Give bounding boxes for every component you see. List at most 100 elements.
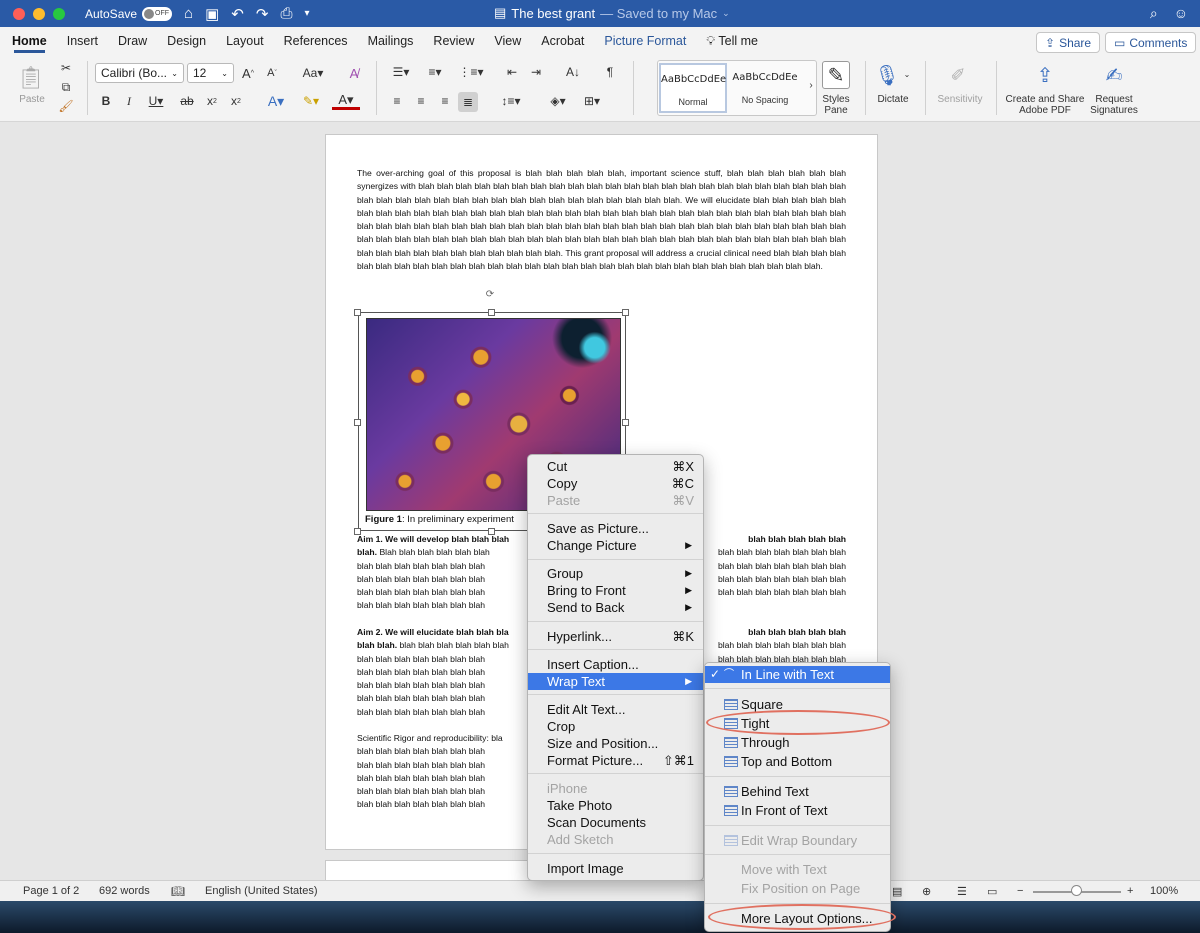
word-count[interactable]: 692 words	[99, 885, 150, 897]
menu-item-copy[interactable]: Copy ⌘C	[528, 475, 703, 492]
zoom-out-icon[interactable]: −	[1017, 885, 1023, 897]
resize-handle[interactable]	[488, 309, 495, 316]
language-status[interactable]: English (United States)	[205, 885, 318, 897]
sort-icon[interactable]: A↓	[563, 63, 583, 81]
tab-tell-me[interactable]: 💡︎ Tell me	[696, 27, 768, 55]
menu-item-edit-alt-text[interactable]: Edit Alt Text...	[528, 701, 703, 718]
rotate-handle-icon[interactable]: ⟳	[484, 288, 496, 300]
menu-item-hyperlink[interactable]: Hyperlink... ⌘K	[528, 628, 703, 645]
tab-layout[interactable]: Layout	[216, 27, 274, 55]
sensitivity-icon[interactable]: ✐	[943, 61, 973, 89]
redo-icon[interactable]: ↷	[256, 5, 269, 23]
justify-icon[interactable]: ≣	[458, 92, 478, 112]
format-painter-icon[interactable]: 🖌︎	[58, 98, 74, 114]
strikethrough-icon[interactable]: ab	[178, 93, 196, 109]
chevron-right-icon[interactable]: ›	[806, 75, 816, 95]
tab-mailings[interactable]: Mailings	[358, 27, 424, 55]
zoom-in-icon[interactable]: +	[1127, 885, 1133, 897]
subscript-icon[interactable]: x2	[204, 93, 220, 109]
zoom-slider-handle[interactable]	[1071, 885, 1082, 896]
autosave-control[interactable]: AutoSave OFF	[85, 6, 173, 21]
resize-handle[interactable]	[622, 309, 629, 316]
shading-icon[interactable]: ◈▾	[544, 92, 572, 110]
menu-item-send-to-back[interactable]: Send to Back ▶	[528, 599, 703, 616]
menu-item-save-as-picture[interactable]: Save as Picture...	[528, 520, 703, 537]
proofing-icon[interactable]: 📖︎	[171, 885, 185, 898]
save-icon[interactable]: ▣	[205, 5, 219, 23]
decrease-indent-icon[interactable]: ⇤	[503, 63, 521, 81]
chevron-down-icon[interactable]: ⌄	[902, 69, 912, 79]
tab-acrobat[interactable]: Acrobat	[531, 27, 594, 55]
print-layout-icon[interactable]: ▤	[892, 885, 902, 898]
borders-icon[interactable]: ⊞▾	[577, 92, 607, 110]
resize-handle[interactable]	[354, 419, 361, 426]
menu-item-wrap-text[interactable]: Wrap Text ▶	[528, 673, 703, 690]
menu-item-insert-caption[interactable]: Insert Caption...	[528, 656, 703, 673]
paste-icon[interactable]: 📋︎	[16, 63, 46, 93]
home-icon[interactable]: ⌂	[184, 5, 193, 23]
tab-insert[interactable]: Insert	[57, 27, 108, 55]
zoom-window-button[interactable]	[53, 7, 65, 20]
menu-item-bring-to-front[interactable]: Bring to Front ▶	[528, 582, 703, 599]
bold-icon[interactable]: B	[99, 93, 113, 109]
increase-indent-icon[interactable]: ⇥	[527, 63, 545, 81]
change-case-icon[interactable]: Aa▾	[300, 65, 326, 81]
undo-icon[interactable]: ↶	[231, 5, 244, 23]
tab-references[interactable]: References	[274, 27, 358, 55]
menu-item-format-picture[interactable]: Format Picture... ⇧⌘1	[528, 752, 703, 769]
intro-paragraph[interactable]: The over-arching goal of this proposal i…	[357, 167, 846, 273]
zoom-level[interactable]: 100%	[1150, 885, 1178, 897]
tab-draw[interactable]: Draw	[108, 27, 157, 55]
focus-icon[interactable]: ▭	[987, 885, 997, 898]
menu-item-change-picture[interactable]: Change Picture ▶	[528, 537, 703, 554]
account-icon[interactable]: ☺	[1174, 5, 1188, 22]
font-name-select[interactable]: Calibri (Bo... ⌄	[95, 63, 184, 83]
shrink-font-icon[interactable]: Aˇ	[264, 65, 280, 81]
wrap-option-through[interactable]: Through	[705, 734, 890, 751]
menu-item-scan-documents[interactable]: Scan Documents	[528, 814, 703, 831]
highlight-icon[interactable]: ✎▾	[297, 92, 325, 110]
search-icon[interactable]: ⌕	[1150, 5, 1158, 22]
bullets-icon[interactable]: ☰▾	[387, 63, 415, 81]
font-size-select[interactable]: 12 ⌄	[187, 63, 234, 83]
microphone-icon[interactable]: 🎙︎	[874, 61, 899, 89]
tab-design[interactable]: Design	[157, 27, 216, 55]
tab-home[interactable]: Home	[2, 27, 57, 55]
superscript-icon[interactable]: x2	[228, 93, 244, 109]
italic-icon[interactable]: I	[122, 93, 136, 109]
menu-item-cut[interactable]: Cut ⌘X	[528, 458, 703, 475]
outline-view-icon[interactable]: ☰	[957, 885, 967, 898]
align-right-icon[interactable]: ≡	[436, 92, 454, 110]
chevron-down-icon[interactable]: ⌄	[722, 8, 730, 19]
copy-icon[interactable]: ⧉	[58, 79, 74, 95]
line-spacing-icon[interactable]: ↕≡▾	[496, 92, 526, 110]
style-normal[interactable]: AaBbCcDdEe Normal	[659, 63, 727, 113]
menu-item-take-photo[interactable]: Take Photo	[528, 797, 703, 814]
tab-picture-format[interactable]: Picture Format	[594, 27, 696, 55]
resize-handle[interactable]	[622, 419, 629, 426]
adobe-pdf-icon[interactable]: ⇪	[1032, 61, 1058, 89]
pilcrow-icon[interactable]: ¶	[601, 63, 619, 81]
wrap-option-front[interactable]: In Front of Text	[705, 802, 890, 819]
clear-formatting-icon[interactable]: A̸	[345, 65, 363, 81]
resize-handle[interactable]	[354, 309, 361, 316]
wrap-option-inline[interactable]: ✓ ⌒ In Line with Text	[705, 666, 890, 683]
align-left-icon[interactable]: ≡	[388, 92, 406, 110]
menu-item-import-image[interactable]: Import Image	[528, 860, 703, 877]
menu-item-crop[interactable]: Crop	[528, 718, 703, 735]
menu-item-group[interactable]: Group ▶	[528, 565, 703, 582]
style-no-spacing[interactable]: AaBbCcDdEe No Spacing	[731, 63, 799, 113]
figure-caption[interactable]: Figure 1: In preliminary experiment	[365, 514, 514, 525]
web-layout-icon[interactable]: ⊕	[922, 885, 931, 898]
request-signatures-icon[interactable]: ✍︎	[1100, 61, 1128, 89]
text-effects-icon[interactable]: A▾	[262, 92, 290, 110]
multilevel-list-icon[interactable]: ⋮≡▾	[456, 63, 486, 81]
tab-view[interactable]: View	[484, 27, 531, 55]
page-count[interactable]: Page 1 of 2	[23, 885, 79, 897]
close-window-button[interactable]	[13, 7, 25, 20]
cut-icon[interactable]: ✂	[58, 60, 74, 76]
minimize-window-button[interactable]	[33, 7, 45, 20]
font-color-icon[interactable]: A▾	[332, 92, 360, 110]
customize-toolbar-icon[interactable]: ▾	[304, 5, 309, 23]
align-center-icon[interactable]: ≡	[412, 92, 430, 110]
